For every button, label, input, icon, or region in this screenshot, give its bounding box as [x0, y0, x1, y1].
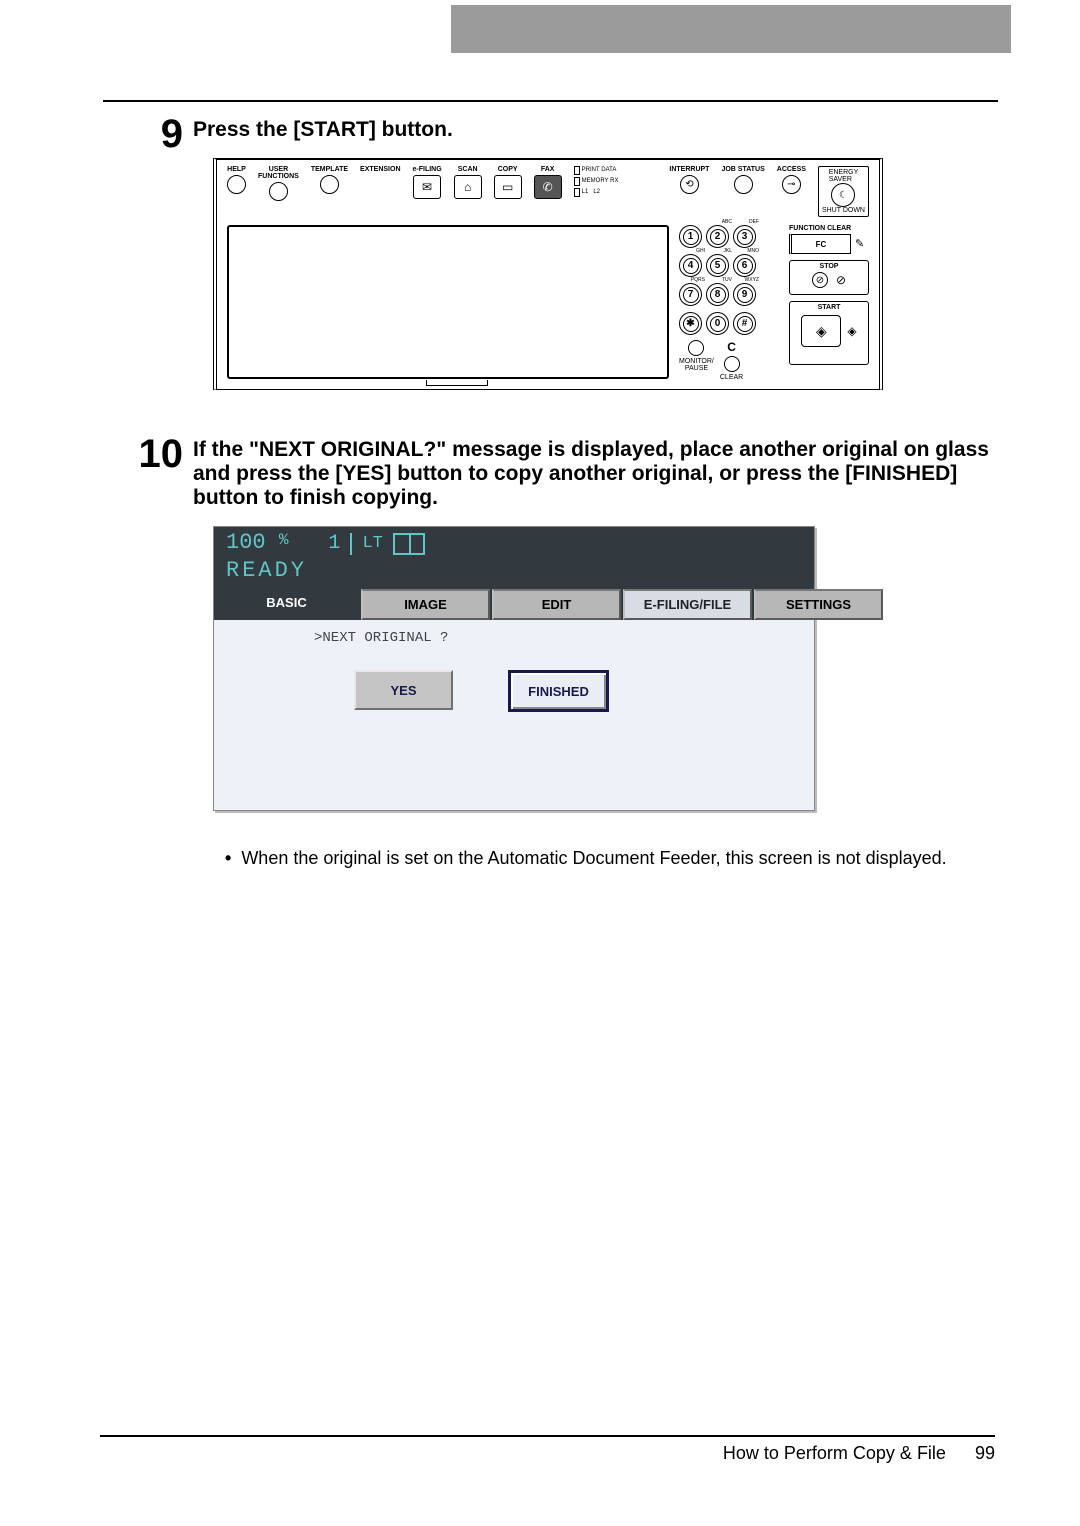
diamond-icon: ◈ [801, 315, 841, 347]
page-content: 9 Press the [START] button. HELP USER FU… [103, 110, 998, 912]
scan-button[interactable]: SCAN ⌂ [454, 166, 482, 199]
template-button[interactable]: TEMPLATE [311, 166, 348, 194]
next-original-prompt: >NEXT ORIGINAL ? [314, 630, 774, 646]
stop-button[interactable]: STOP ⊘ ⊘ [789, 260, 869, 295]
yes-button[interactable]: YES [354, 670, 453, 710]
key-0[interactable]: 0 [706, 312, 729, 335]
function-clear-button[interactable]: FC ✎ [789, 234, 869, 254]
tab-bar: BASIC IMAGE EDIT E-FILING/FILE SETTINGS [214, 589, 814, 620]
copy-button[interactable]: COPY ▭ [494, 166, 522, 199]
zoom-value: 100 [226, 530, 266, 555]
monitor-pause-button[interactable]: MONITOR/ PAUSE [679, 340, 714, 372]
interrupt-icon: ⟲ [680, 175, 699, 194]
step-title: Press the [START] button. [193, 118, 998, 142]
fax-button[interactable]: FAX ✆ [534, 166, 562, 199]
key-2[interactable]: ABC2 [706, 225, 729, 248]
page-footer: How to Perform Copy & File 99 [100, 1435, 995, 1464]
fax-icon: ✆ [534, 175, 562, 199]
step-10: 10 If the "NEXT ORIGINAL?" message is di… [103, 430, 998, 872]
percent-label: % [279, 531, 289, 549]
key-9[interactable]: WXYZ9 [733, 283, 756, 306]
copy-count: 1 [328, 532, 340, 555]
efiling-button[interactable]: e-FILING ✉ [413, 166, 442, 199]
finished-button[interactable]: FINISHED [508, 670, 609, 712]
tab-efiling-file[interactable]: E-FILING/FILE [623, 589, 752, 620]
key-icon: ⊸ [782, 175, 801, 194]
copy-icon: ▭ [494, 175, 522, 199]
interrupt-button[interactable]: INTERRUPT ⟲ [669, 166, 709, 194]
key-5[interactable]: JKL5 [706, 254, 729, 277]
scan-icon: ⌂ [454, 175, 482, 199]
lcd-screenshot: 100 % 1 LT READY BASIC IMAGE EDIT [213, 526, 815, 811]
book-icon [393, 533, 425, 555]
key-3[interactable]: DEF3 [733, 225, 756, 248]
note-list: • When the original is set on the Automa… [225, 845, 998, 872]
clear-c-button[interactable]: C CLEAR [720, 340, 743, 381]
access-button[interactable]: ACCESS ⊸ [777, 166, 806, 194]
tab-basic[interactable]: BASIC [214, 589, 359, 620]
step-number: 10 [103, 430, 183, 872]
tab-edit[interactable]: EDIT [492, 589, 621, 620]
circle-icon [269, 182, 288, 201]
diamond-icon: ◈ [847, 324, 856, 338]
key-star[interactable]: ✱ [679, 312, 702, 335]
paper-size: LT [362, 534, 382, 553]
function-clear-label: FUNCTION CLEAR [789, 225, 869, 232]
job-status-button[interactable]: JOB STATUS [721, 166, 764, 194]
content-divider [103, 100, 998, 102]
tab-settings[interactable]: SETTINGS [754, 589, 883, 620]
control-panel: HELP USER FUNCTIONS TEMPLATE [213, 158, 883, 390]
status-ready: READY [214, 558, 814, 589]
header-gray-bar [451, 5, 1011, 53]
efiling-icon: ✉ [413, 175, 441, 199]
circle-icon [734, 175, 753, 194]
circle-icon [724, 356, 740, 372]
bullet-icon: • [225, 845, 231, 872]
stop-icon-2: ⊘ [836, 273, 846, 287]
lcd-screen [227, 225, 669, 379]
help-button[interactable]: HELP [227, 166, 246, 194]
step-title: If the "NEXT ORIGINAL?" message is displ… [193, 438, 998, 510]
moon-icon: ☾ [831, 183, 855, 207]
help-icon [227, 175, 246, 194]
stop-icon: ⊘ [812, 272, 828, 288]
circle-icon [320, 175, 339, 194]
energy-saver-button[interactable]: ENERGY SAVER ☾ SHUT DOWN [818, 166, 869, 217]
start-button[interactable]: START ◈ ◈ [789, 301, 869, 365]
extension-button[interactable]: EXTENSION [360, 166, 400, 192]
key-4[interactable]: GHI4 [679, 254, 702, 277]
step-number: 9 [103, 110, 183, 390]
key-hash[interactable]: # [733, 312, 756, 335]
circle-icon [688, 340, 704, 356]
key-7[interactable]: PQRS7 [679, 283, 702, 306]
page-number: 99 [975, 1443, 995, 1463]
eraser-icon: ✎ [855, 237, 869, 251]
keypad: 1 ABC2 DEF3 GHI4 JKL5 MNO6 PQRS7 TUV8 WX… [679, 225, 779, 381]
footer-label: How to Perform Copy & File [723, 1443, 946, 1463]
user-functions-button[interactable]: USER FUNCTIONS [258, 166, 299, 201]
key-8[interactable]: TUV8 [706, 283, 729, 306]
tab-image[interactable]: IMAGE [361, 589, 490, 620]
key-1[interactable]: 1 [679, 225, 702, 248]
note-text: When the original is set on the Automati… [241, 845, 946, 872]
key-6[interactable]: MNO6 [733, 254, 756, 277]
status-leds: PRINT DATA MEMORY RX L1 L2 [574, 166, 619, 197]
step-9: 9 Press the [START] button. HELP USER FU… [103, 110, 998, 390]
